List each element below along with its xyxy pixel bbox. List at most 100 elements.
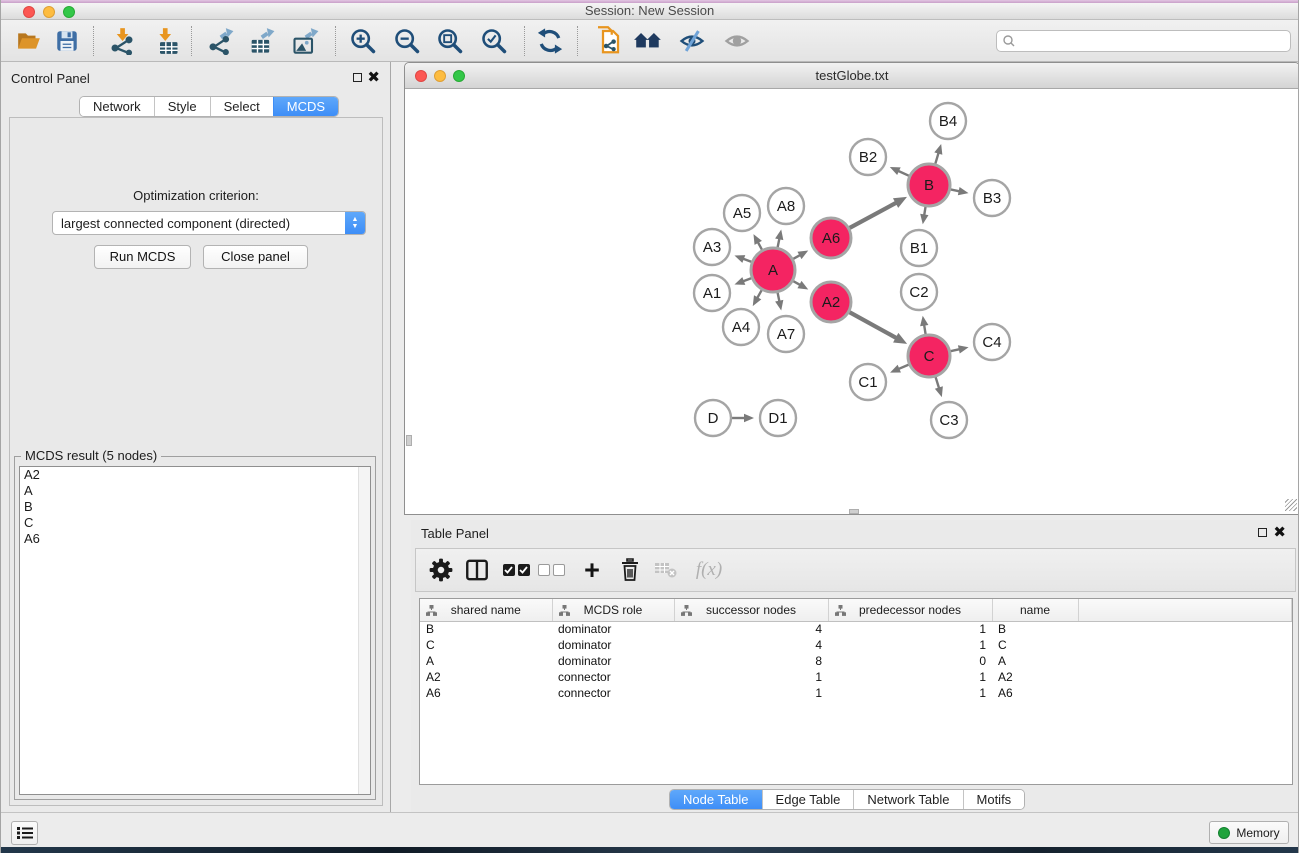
select-all-columns-icon[interactable] [499,553,533,587]
export-table-icon[interactable] [243,23,279,59]
table-row[interactable]: Adominator80A [420,653,1292,669]
table-cell[interactable]: A6 [992,685,1078,701]
graph-node-B1[interactable]: B1 [901,230,937,266]
show-task-history-button[interactable] [11,821,38,845]
graph-node-A6[interactable]: A6 [811,218,851,258]
table-row[interactable]: A6connector11A6 [420,685,1292,701]
table-options-icon[interactable] [424,553,458,587]
zoom-in-icon[interactable] [345,23,381,59]
column-header-name[interactable]: name [992,599,1078,621]
table-cell[interactable]: 8 [674,653,828,669]
graph-node-A[interactable]: A [751,248,795,292]
graph-edge[interactable] [849,312,897,338]
graph-node-C3[interactable]: C3 [931,402,967,438]
table-cell[interactable]: 4 [674,621,828,637]
graph-node-A5[interactable]: A5 [724,195,760,231]
table-cell[interactable]: connector [552,685,674,701]
tab-style[interactable]: Style [154,97,210,116]
graph-node-C1[interactable]: C1 [850,364,886,400]
minimize-network-button[interactable] [434,70,446,82]
tab-network[interactable]: Network [80,97,154,116]
tab-motifs[interactable]: Motifs [963,790,1025,809]
zoom-window-button[interactable] [63,6,75,18]
zoom-out-icon[interactable] [389,23,425,59]
zoom-selected-icon[interactable] [476,23,512,59]
graph-node-C2[interactable]: C2 [901,274,937,310]
apply-layout-icon[interactable] [532,23,568,59]
graph-node-B3[interactable]: B3 [974,180,1010,216]
import-network-icon[interactable] [104,23,140,59]
column-header-successor-nodes[interactable]: successor nodes [674,599,828,621]
memory-button[interactable]: Memory [1209,821,1289,844]
show-columns-icon[interactable] [460,553,494,587]
table-cell[interactable]: 1 [674,685,828,701]
mcds-result-item[interactable]: C [20,515,370,531]
tab-edge-table[interactable]: Edge Table [762,790,854,809]
unselect-all-columns-icon[interactable] [534,553,568,587]
mcds-result-item[interactable]: B [20,499,370,515]
table-cell[interactable]: C [420,637,552,653]
table-row[interactable]: Bdominator41B [420,621,1292,637]
float-table-panel-icon[interactable] [1258,528,1267,537]
mcds-result-item[interactable]: A6 [20,531,370,547]
table-cell[interactable]: dominator [552,637,674,653]
table-row[interactable]: Cdominator41C [420,637,1292,653]
table-cell[interactable]: A2 [992,669,1078,685]
table-cell[interactable]: 1 [828,621,992,637]
search-field[interactable] [996,30,1291,52]
table-cell[interactable]: C [992,637,1078,653]
table-cell[interactable]: 1 [828,637,992,653]
tab-mcds[interactable]: MCDS [273,97,338,116]
table-cell[interactable]: A2 [420,669,552,685]
table-cell[interactable]: 1 [674,669,828,685]
mcds-result-item[interactable]: A2 [20,467,370,483]
import-table-icon[interactable] [149,23,185,59]
close-window-button[interactable] [23,6,35,18]
clone-network-icon[interactable] [590,23,626,59]
table-cell[interactable]: dominator [552,653,674,669]
delete-table-icon[interactable] [649,553,683,587]
horizontal-scroll-hint[interactable] [849,509,859,514]
search-input[interactable] [1019,32,1290,50]
table-cell[interactable]: 4 [674,637,828,653]
list-scrollbar[interactable] [358,467,370,794]
table-cell[interactable]: B [420,621,552,637]
network-window-titlebar[interactable]: testGlobe.txt [405,63,1299,89]
graph-node-A8[interactable]: A8 [768,188,804,224]
resize-grip-icon[interactable] [1285,499,1297,511]
graph-node-A4[interactable]: A4 [723,309,759,345]
maximize-network-button[interactable] [453,70,465,82]
save-session-icon[interactable] [49,23,85,59]
graph-node-A3[interactable]: A3 [694,229,730,265]
zoom-fit-icon[interactable] [432,23,468,59]
table-cell[interactable]: A [992,653,1078,669]
table-cell[interactable]: A6 [420,685,552,701]
hide-graphics-details-icon[interactable] [674,23,710,59]
function-builder-icon[interactable]: f(x) [692,553,726,587]
show-graphics-details-icon[interactable] [719,23,755,59]
table-cell[interactable]: dominator [552,621,674,637]
graph-node-D1[interactable]: D1 [760,400,796,436]
column-header-MCDS-role[interactable]: MCDS role [552,599,674,621]
table-cell[interactable]: connector [552,669,674,685]
close-panel-icon[interactable]: ✖ [367,73,380,83]
minimize-window-button[interactable] [43,6,55,18]
column-header-predecessor-nodes[interactable]: predecessor nodes [828,599,992,621]
graph-node-C[interactable]: C [908,335,950,377]
float-panel-icon[interactable] [353,73,362,82]
graph-node-A7[interactable]: A7 [768,316,804,352]
table-cell[interactable]: A [420,653,552,669]
tab-select[interactable]: Select [210,97,273,116]
close-panel-button[interactable]: Close panel [203,245,308,269]
tab-node-table[interactable]: Node Table [670,790,762,809]
criterion-dropdown[interactable]: largest connected component (directed) ▲… [52,211,366,235]
graph-node-A1[interactable]: A1 [694,275,730,311]
graph-node-D[interactable]: D [695,400,731,436]
table-cell[interactable]: B [992,621,1078,637]
create-column-icon[interactable]: + [575,553,609,587]
close-network-button[interactable] [415,70,427,82]
export-image-icon[interactable] [287,23,323,59]
table-cell[interactable]: 1 [828,685,992,701]
delete-columns-icon[interactable] [613,553,647,587]
run-mcds-button[interactable]: Run MCDS [94,245,191,269]
